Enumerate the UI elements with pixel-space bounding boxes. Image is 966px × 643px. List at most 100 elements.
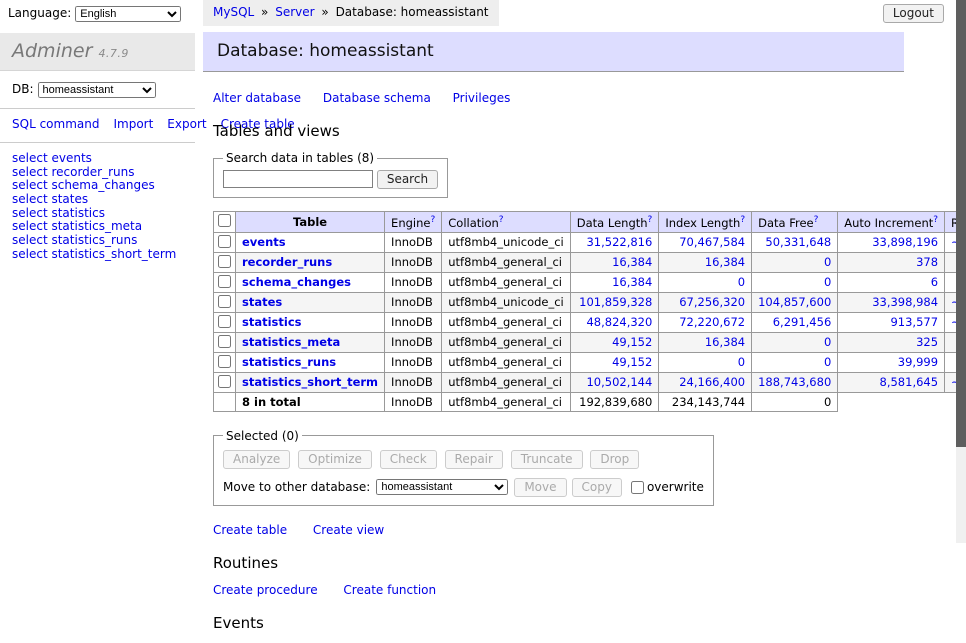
data-free-link[interactable]: 6,291,456	[773, 315, 832, 329]
repair-button[interactable]: Repair	[445, 450, 503, 469]
index-length-link[interactable]: 0	[738, 355, 745, 369]
help-link[interactable]: ?	[740, 215, 745, 225]
truncate-button[interactable]: Truncate	[511, 450, 583, 469]
breadcrumb: MySQL » Server » Database: homeassistant	[203, 0, 499, 26]
table-link[interactable]: statistics_short_term	[242, 375, 378, 389]
table-link[interactable]: statistics	[242, 315, 302, 329]
row-checkbox[interactable]	[218, 355, 231, 368]
index-length-link[interactable]: 67,256,320	[679, 295, 745, 309]
auto-increment-link[interactable]: 39,999	[898, 355, 938, 369]
index-length-link[interactable]: 24,166,400	[679, 375, 745, 389]
row-checkbox[interactable]	[218, 315, 231, 328]
help-link[interactable]: ?	[430, 215, 435, 225]
index-length-link[interactable]: 0	[738, 275, 745, 289]
data-free-link[interactable]: 0	[824, 335, 831, 349]
data-length-link[interactable]: 49,152	[612, 355, 652, 369]
logout-button[interactable]: Logout	[883, 4, 944, 23]
optimize-button[interactable]: Optimize	[298, 450, 372, 469]
sidebar-item-select-statistics-runs[interactable]: select statistics_runs	[12, 234, 183, 248]
data-length-link[interactable]: 16,384	[612, 275, 652, 289]
data-length-link[interactable]: 48,824,320	[586, 315, 652, 329]
data-length-link[interactable]: 10,502,144	[586, 375, 652, 389]
data-free-link[interactable]: 188,743,680	[758, 375, 831, 389]
sidebar-link-export[interactable]: Export	[167, 117, 206, 131]
vertical-scrollbar[interactable]	[956, 0, 966, 543]
sidebar-item-select-statistics-short-term[interactable]: select statistics_short_term	[12, 248, 183, 262]
auto-increment-link[interactable]: 378	[916, 255, 938, 269]
help-link[interactable]: ?	[648, 215, 653, 225]
sidebar-item-select-statistics[interactable]: select statistics	[12, 207, 183, 221]
breadcrumb-server-link[interactable]: Server	[275, 5, 314, 19]
index-length-link[interactable]: 70,467,584	[679, 235, 745, 249]
data-free-link[interactable]: 0	[824, 275, 831, 289]
alter-database-link[interactable]: Alter database	[213, 91, 301, 105]
breadcrumb-mysql-link[interactable]: MySQL	[213, 5, 254, 19]
search-input[interactable]	[223, 170, 373, 188]
table-link[interactable]: recorder_runs	[242, 255, 332, 269]
table-link[interactable]: events	[242, 235, 286, 249]
help-link[interactable]: ?	[499, 215, 504, 225]
tables-and-views-heading: Tables and views	[213, 122, 904, 140]
move-button[interactable]: Move	[514, 478, 566, 497]
auto-increment-link[interactable]: 325	[916, 335, 938, 349]
total-engine: InnoDB	[385, 392, 442, 411]
table-link[interactable]: states	[242, 295, 282, 309]
auto-increment-link[interactable]: 33,398,984	[872, 295, 938, 309]
auto-increment-link[interactable]: 6	[931, 275, 938, 289]
data-free-link[interactable]: 50,331,648	[765, 235, 831, 249]
index-length-link[interactable]: 16,384	[705, 255, 745, 269]
sidebar-item-select-states[interactable]: select states	[12, 193, 183, 207]
drop-button[interactable]: Drop	[590, 450, 639, 469]
row-checkbox[interactable]	[218, 295, 231, 308]
index-length-link[interactable]: 16,384	[705, 335, 745, 349]
privileges-link[interactable]: Privileges	[453, 91, 511, 105]
help-link[interactable]: ?	[814, 215, 819, 225]
create-view-link[interactable]: Create view	[313, 523, 384, 537]
sidebar-item-select-recorder-runs[interactable]: select recorder_runs	[12, 166, 183, 180]
sidebar-item-select-schema-changes[interactable]: select schema_changes	[12, 179, 183, 193]
select-all-cell	[214, 212, 236, 233]
table-link[interactable]: schema_changes	[242, 275, 351, 289]
db-select[interactable]: homeassistant	[38, 82, 156, 98]
breadcrumb-separator: »	[321, 5, 328, 19]
data-length-link[interactable]: 31,522,816	[586, 235, 652, 249]
data-free-link[interactable]: 0	[824, 255, 831, 269]
table-row: recorder_runs InnoDB utf8mb4_general_ci …	[214, 252, 966, 272]
sidebar-item-select-events[interactable]: select events	[12, 152, 183, 166]
total-index-length: 234,143,744	[659, 392, 752, 411]
overwrite-checkbox[interactable]	[631, 481, 644, 494]
auto-increment-link[interactable]: 33,898,196	[872, 235, 938, 249]
language-select[interactable]: English	[75, 6, 181, 22]
row-checkbox[interactable]	[218, 255, 231, 268]
row-checkbox[interactable]	[218, 275, 231, 288]
row-checkbox[interactable]	[218, 335, 231, 348]
database-schema-link[interactable]: Database schema	[323, 91, 431, 105]
scrollbar-thumb[interactable]	[956, 0, 966, 447]
create-table-link[interactable]: Create table	[213, 523, 287, 537]
sidebar-link-import[interactable]: Import	[113, 117, 153, 131]
data-length-link[interactable]: 16,384	[612, 255, 652, 269]
create-procedure-link[interactable]: Create procedure	[213, 583, 318, 597]
check-button[interactable]: Check	[380, 450, 437, 469]
sidebar-link-sql-command[interactable]: SQL command	[12, 117, 99, 131]
table-link[interactable]: statistics_meta	[242, 335, 340, 349]
search-button[interactable]: Search	[377, 170, 438, 189]
sidebar-item-select-statistics-meta[interactable]: select statistics_meta	[12, 220, 183, 234]
auto-increment-link[interactable]: 913,577	[890, 315, 938, 329]
data-free-link[interactable]: 0	[824, 355, 831, 369]
move-database-select[interactable]: homeassistant	[376, 479, 508, 495]
row-checkbox[interactable]	[218, 235, 231, 248]
analyze-button[interactable]: Analyze	[223, 450, 290, 469]
index-length-link[interactable]: 72,220,672	[679, 315, 745, 329]
row-checkbox[interactable]	[218, 375, 231, 388]
copy-button[interactable]: Copy	[572, 478, 622, 497]
select-all-checkbox[interactable]	[218, 214, 231, 227]
auto-increment-link[interactable]: 8,581,645	[880, 375, 939, 389]
data-length-link[interactable]: 101,859,328	[579, 295, 652, 309]
help-link[interactable]: ?	[933, 215, 938, 225]
create-function-link[interactable]: Create function	[343, 583, 436, 597]
data-free-link[interactable]: 104,857,600	[758, 295, 831, 309]
table-link[interactable]: statistics_runs	[242, 355, 336, 369]
data-length-link[interactable]: 49,152	[612, 335, 652, 349]
overwrite-option[interactable]: overwrite	[627, 478, 704, 497]
